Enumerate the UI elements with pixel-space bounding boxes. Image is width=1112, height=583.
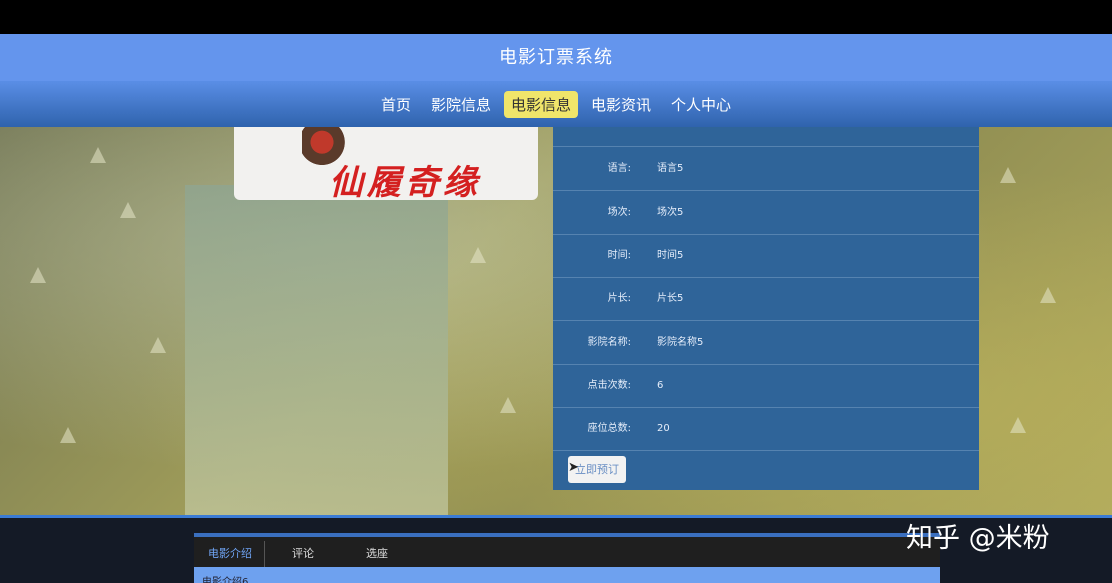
detail-value: 6 bbox=[657, 380, 664, 391]
tab-comments[interactable]: 评论 bbox=[292, 541, 314, 567]
bg-shape bbox=[1040, 287, 1056, 303]
movie-detail-panel: 语言: 语言5 场次: 场次5 时间: 时间5 片长: 片长5 影院名称: 影院… bbox=[553, 127, 979, 490]
site-header: 电影订票系统 bbox=[0, 34, 1112, 81]
detail-row-duration: 片长: 片长5 bbox=[553, 277, 979, 321]
nav-item-home[interactable]: 首页 bbox=[374, 91, 418, 118]
main-nav: 首页 影院信息 电影信息 电影资讯 个人中心 bbox=[0, 81, 1112, 127]
bg-shape bbox=[30, 267, 46, 283]
detail-label: 点击次数: bbox=[587, 380, 631, 391]
background-light-panel bbox=[185, 185, 448, 515]
detail-label: 影院名称: bbox=[587, 337, 631, 348]
detail-row-cinema-name: 影院名称: 影院名称5 bbox=[553, 321, 979, 365]
detail-value: 语言5 bbox=[657, 163, 684, 174]
bg-shape bbox=[150, 337, 166, 353]
detail-row-time: 时间: 时间5 bbox=[553, 234, 979, 278]
bg-shape bbox=[500, 397, 516, 413]
movie-poster: 仙履奇缘 bbox=[234, 127, 538, 200]
detail-row-session: 场次: 场次5 bbox=[553, 191, 979, 235]
detail-label: 片长: bbox=[607, 293, 631, 304]
tab-content: 电影介绍6 bbox=[194, 567, 940, 583]
detail-value: 影院名称5 bbox=[657, 337, 704, 348]
nav-item-cinema-info[interactable]: 影院信息 bbox=[424, 91, 498, 118]
nav-item-movie-info[interactable]: 电影信息 bbox=[503, 90, 578, 118]
detail-label: 时间: bbox=[607, 250, 631, 261]
tab-movie-intro[interactable]: 电影介绍 bbox=[208, 541, 252, 567]
top-black-bar bbox=[0, 0, 1112, 34]
bg-shape bbox=[470, 247, 486, 263]
watermark: 知乎 @米粉 bbox=[906, 523, 1050, 554]
detail-tabs: 电影介绍 评论 选座 bbox=[194, 533, 940, 571]
detail-value: 20 bbox=[657, 423, 670, 434]
site-title: 电影订票系统 bbox=[499, 47, 613, 68]
bg-shape bbox=[90, 147, 106, 163]
detail-label: 座位总数: bbox=[587, 423, 631, 434]
detail-row-cut bbox=[553, 127, 979, 147]
detail-label: 场次: bbox=[607, 207, 631, 218]
bg-shape bbox=[120, 202, 136, 218]
bg-shape bbox=[60, 427, 76, 443]
bg-shape bbox=[1000, 167, 1016, 183]
tab-content-text: 电影介绍6 bbox=[202, 577, 249, 583]
poster-title: 仙履奇缘 bbox=[329, 163, 481, 200]
nav-item-personal-center[interactable]: 个人中心 bbox=[664, 91, 738, 118]
detail-row-seat-total: 座位总数: 20 bbox=[553, 407, 979, 451]
tab-seat-selection[interactable]: 选座 bbox=[366, 541, 388, 567]
bg-shape bbox=[1010, 417, 1026, 433]
nav-item-movie-news[interactable]: 电影资讯 bbox=[584, 91, 658, 118]
mouse-cursor-icon: ➤ bbox=[568, 460, 579, 475]
detail-label: 语言: bbox=[607, 163, 631, 174]
detail-row-click-count: 点击次数: 6 bbox=[553, 364, 979, 408]
detail-value: 片长5 bbox=[657, 293, 684, 304]
detail-row-language: 语言: 语言5 bbox=[553, 147, 979, 191]
detail-value: 场次5 bbox=[657, 207, 684, 218]
tab-divider bbox=[264, 541, 265, 567]
detail-value: 时间5 bbox=[657, 250, 684, 261]
